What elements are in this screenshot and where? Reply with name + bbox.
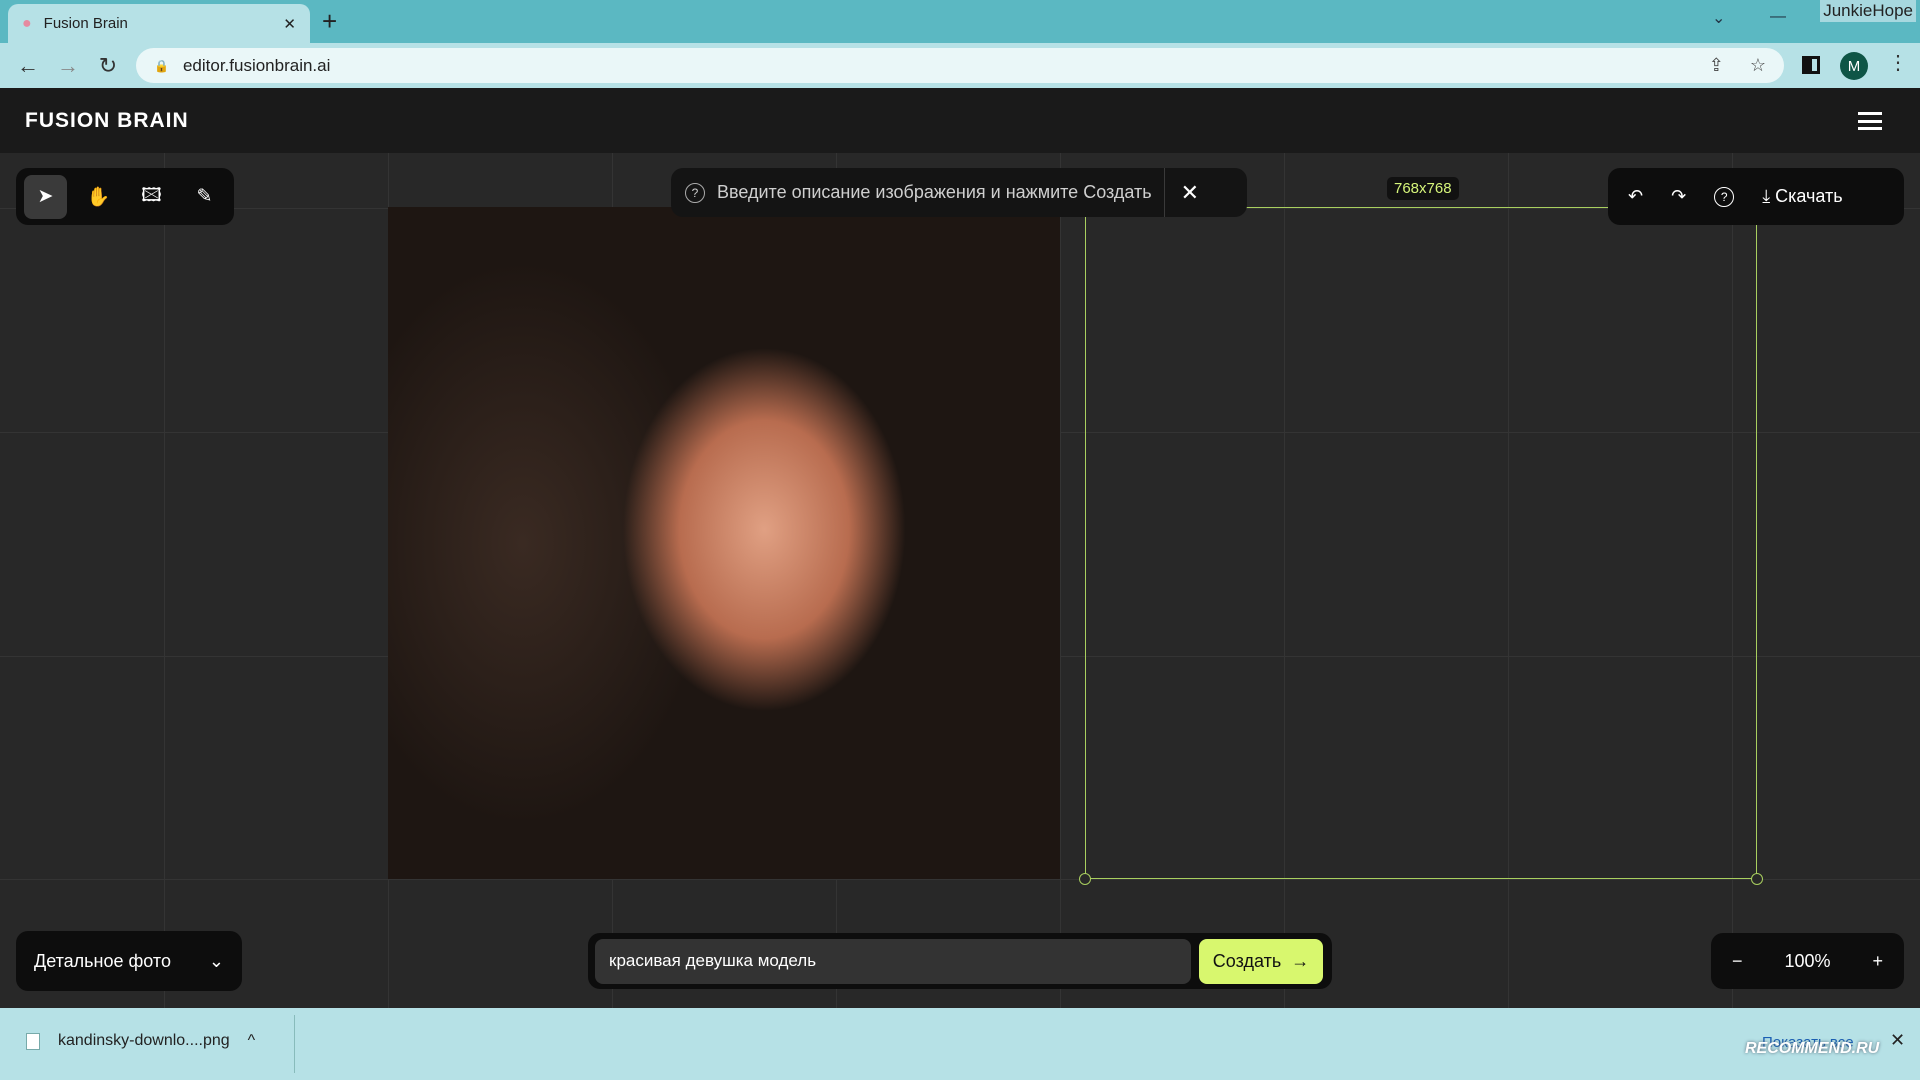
reload-icon[interactable]: ↻ <box>88 53 128 79</box>
add-image-icon[interactable]: 🖾 <box>130 175 173 219</box>
back-icon[interactable]: ← <box>8 53 48 79</box>
download-file-name: kandinsky-downlo....png <box>58 1032 230 1049</box>
menu-icon[interactable] <box>1858 112 1882 130</box>
arrow-right-icon: → <box>1291 950 1310 971</box>
new-tab-button[interactable]: + <box>322 6 337 37</box>
create-button[interactable]: Создать → <box>1199 938 1323 984</box>
profile-avatar[interactable]: M <box>1840 52 1868 80</box>
browser-tab[interactable]: ● Fusion Brain ✕ <box>8 4 310 43</box>
create-label: Создать <box>1212 950 1282 971</box>
generated-image[interactable] <box>388 207 1060 879</box>
watermark-user: JunkieHope <box>1820 0 1916 22</box>
zoom-in-button[interactable]: + <box>1872 951 1883 972</box>
forward-icon[interactable]: → <box>48 53 88 79</box>
browser-menu-icon[interactable]: ⋮ <box>1888 50 1908 75</box>
close-download-bar-icon[interactable]: ✕ <box>1890 1030 1905 1051</box>
help-icon: ? <box>685 182 705 203</box>
download-item[interactable]: kandinsky-downlo....png ^ <box>26 1032 255 1050</box>
brain-favicon-icon: ● <box>22 14 32 32</box>
close-tab-icon[interactable]: ✕ <box>283 15 296 33</box>
zoom-control: − 100% + <box>1711 933 1904 989</box>
chevron-down-icon: ⌄ <box>208 950 224 971</box>
hint-banner: ? Введите описание изображения и нажмите… <box>671 168 1247 217</box>
close-hint-icon[interactable]: ✕ <box>1181 180 1199 206</box>
share-icon[interactable]: ⇪ <box>1709 55 1724 76</box>
undo-icon[interactable]: ↶ <box>1628 186 1643 207</box>
divider <box>294 1015 295 1073</box>
minimize-button[interactable]: — <box>1770 8 1786 26</box>
lock-icon: 🔒 <box>154 58 169 73</box>
url-text: editor.fusionbrain.ai <box>182 55 331 75</box>
bookmark-star-icon[interactable]: ☆ <box>1750 55 1766 76</box>
zoom-level: 100% <box>1784 950 1831 971</box>
chevron-up-icon[interactable]: ^ <box>248 1032 256 1050</box>
style-dropdown[interactable]: Детальное фото ⌄ <box>16 931 242 991</box>
logo[interactable]: FUSION BRAIN <box>25 109 189 133</box>
generation-frame[interactable] <box>1085 207 1757 879</box>
tab-title: Fusion Brain <box>43 15 128 32</box>
tool-palette: ➤ ✋ 🖾 ✎ <box>16 168 234 225</box>
frame-size-badge: 768x768 <box>1387 177 1459 200</box>
download-icon: ⤓ <box>1762 186 1776 206</box>
app-header <box>0 88 1920 153</box>
prompt-bar: Создать → <box>588 933 1332 989</box>
tab-search-icon[interactable]: ⌄ <box>1712 8 1725 28</box>
action-toolbar: ↶ ↷ ? ⤓ Скачать <box>1608 168 1904 225</box>
address-bar[interactable]: 🔒 editor.fusionbrain.ai ⇪ ☆ <box>136 48 1784 83</box>
redo-icon[interactable]: ↷ <box>1671 186 1686 207</box>
download-bar <box>0 1008 1920 1080</box>
watermark: RECOMMEND.RU <box>1745 1040 1880 1057</box>
download-button[interactable]: ⤓ Скачать <box>1762 186 1842 207</box>
hint-text: Введите описание изображения и нажмите С… <box>717 182 1152 202</box>
zoom-out-button[interactable]: − <box>1732 951 1743 972</box>
help-icon[interactable]: ? <box>1714 186 1735 207</box>
style-selected: Детальное фото <box>34 950 171 971</box>
hand-icon[interactable]: ✋ <box>77 175 120 219</box>
select-icon[interactable]: ➤ <box>24 174 67 219</box>
file-icon <box>26 1032 40 1050</box>
eraser-icon[interactable]: ✎ <box>183 175 226 219</box>
side-panel-icon[interactable] <box>1802 56 1820 74</box>
download-label: Скачать <box>1775 186 1843 206</box>
resize-handle[interactable] <box>1079 873 1091 885</box>
resize-handle[interactable] <box>1751 873 1763 885</box>
prompt-input[interactable] <box>595 938 1191 984</box>
